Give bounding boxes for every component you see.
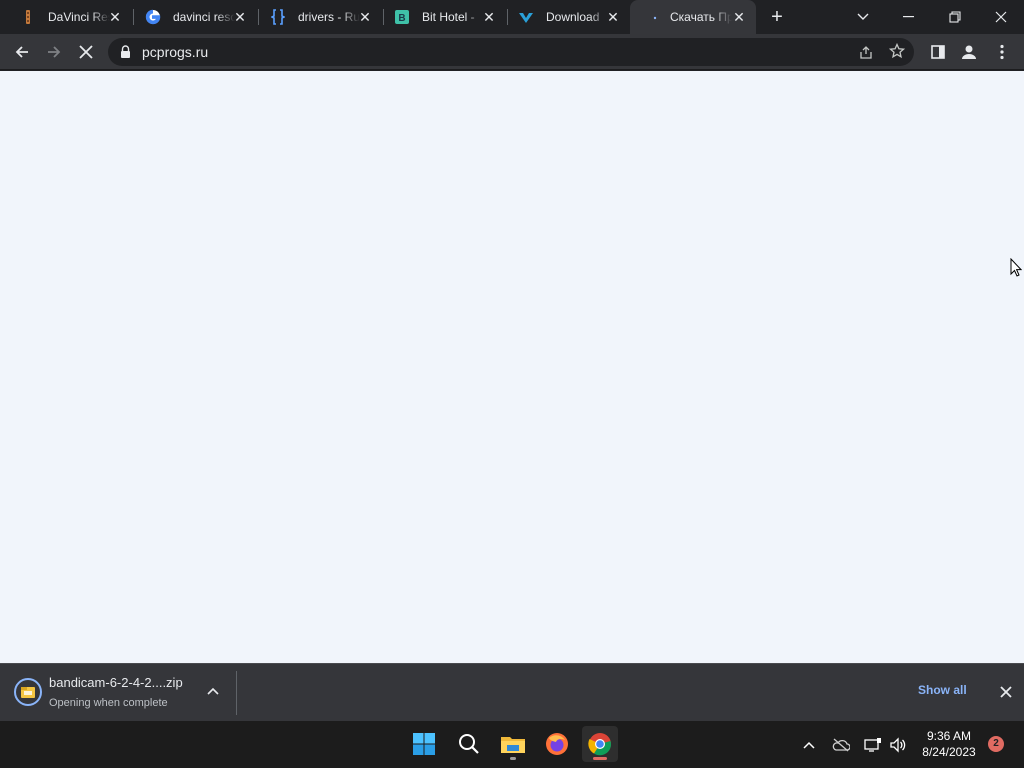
bithotel-favicon-icon: B	[394, 9, 410, 25]
address-bar[interactable]: pcprogs.ru	[108, 38, 914, 66]
close-shelf-icon[interactable]	[996, 682, 1016, 702]
search-icon[interactable]	[451, 726, 487, 762]
page-content[interactable]	[0, 71, 1024, 663]
forward-arrow-icon	[48, 46, 61, 58]
browser-toolbar: pcprogs.ru	[0, 34, 1024, 70]
davinci-favicon-icon	[20, 9, 36, 25]
windows-taskbar: 9:36 AM 8/24/2023 2	[0, 721, 1024, 768]
google-favicon-icon	[145, 9, 161, 25]
tab-title: Скачать Пр	[670, 10, 732, 24]
clock-time: 9:36 AM	[926, 729, 972, 743]
minimize-icon[interactable]	[886, 0, 932, 34]
tab-search-icon[interactable]	[840, 0, 886, 34]
system-clock[interactable]: 9:36 AM 8/24/2023	[916, 728, 982, 760]
share-icon[interactable]	[858, 44, 874, 65]
tab-download[interactable]: Download ✕	[506, 0, 630, 34]
firefox-icon[interactable]	[539, 726, 575, 762]
volume-icon[interactable]	[886, 733, 910, 757]
show-hidden-icons-icon[interactable]	[797, 733, 821, 757]
tab-active-pcprogs[interactable]: Скачать Пр ✕	[630, 0, 756, 34]
menu-button[interactable]	[988, 38, 1016, 66]
tab-close-icon[interactable]: ✕	[108, 10, 122, 24]
svg-text:B: B	[398, 13, 405, 24]
show-all-downloads-button[interactable]: Show all	[918, 683, 967, 697]
tab-title: drivers - Ru	[298, 10, 360, 24]
back-button[interactable]	[8, 38, 36, 66]
tab-bit-hotel[interactable]: B Bit Hotel - ✕	[382, 0, 506, 34]
tab-strip: DaVinci Resolve ✕ davinci resolve ✕ driv…	[0, 0, 1024, 34]
bookmark-star-icon[interactable]	[888, 42, 906, 64]
tab-title: DaVinci Resolve	[48, 10, 110, 24]
tab-close-icon[interactable]: ✕	[606, 10, 620, 24]
running-indicator	[510, 757, 516, 760]
brackets-favicon-icon	[270, 9, 286, 25]
download-filename[interactable]: bandicam-6-2-4-2....zip	[49, 675, 183, 690]
file-explorer-icon[interactable]	[495, 726, 531, 762]
close-icon[interactable]	[978, 0, 1024, 34]
side-panel-button[interactable]	[924, 38, 952, 66]
side-panel-icon	[931, 45, 945, 59]
zip-file-icon[interactable]	[14, 678, 42, 706]
download-favicon-icon	[518, 9, 534, 25]
tab-title: Bit Hotel -	[422, 10, 475, 24]
lock-icon[interactable]	[120, 45, 131, 64]
active-app-indicator	[593, 757, 607, 760]
profile-avatar-icon	[962, 45, 976, 59]
tab-close-icon[interactable]: ✕	[358, 10, 372, 24]
tab-google-search[interactable]: davinci resolve ✕	[133, 0, 257, 34]
clock-date: 8/24/2023	[922, 745, 976, 759]
download-status: Opening when complete	[49, 697, 168, 709]
tab-close-icon[interactable]: ✕	[233, 10, 247, 24]
tab-close-icon[interactable]: ✕	[732, 10, 746, 24]
tab-davinci[interactable]: DaVinci Resolve ✕	[8, 0, 132, 34]
start-icon[interactable]	[406, 726, 442, 762]
stop-loading-button[interactable]	[72, 38, 100, 66]
url-text[interactable]: pcprogs.ru	[142, 44, 208, 60]
notification-badge[interactable]: 2	[988, 736, 1004, 752]
restore-icon[interactable]	[932, 0, 978, 34]
tab-drivers[interactable]: drivers - Ru ✕	[258, 0, 382, 34]
download-shelf: bandicam-6-2-4-2....zip Opening when com…	[0, 663, 1024, 721]
forward-button[interactable]	[40, 38, 68, 66]
stop-icon	[79, 45, 93, 59]
kebab-menu-icon	[1000, 44, 1004, 60]
divider	[236, 671, 237, 715]
tab-title: Download	[546, 10, 600, 24]
network-icon[interactable]	[861, 733, 885, 757]
chevron-up-icon[interactable]	[204, 682, 222, 700]
tab-title: davinci resolve	[173, 10, 235, 24]
tab-close-icon[interactable]: ✕	[482, 10, 496, 24]
profile-button[interactable]	[955, 38, 983, 66]
back-arrow-icon	[15, 46, 28, 58]
chrome-icon[interactable]	[582, 726, 618, 762]
loading-favicon-icon	[642, 9, 658, 25]
onedrive-offline-icon[interactable]	[829, 733, 853, 757]
mouse-cursor-icon	[1010, 257, 1023, 283]
new-tab-button[interactable]: +	[766, 6, 788, 28]
